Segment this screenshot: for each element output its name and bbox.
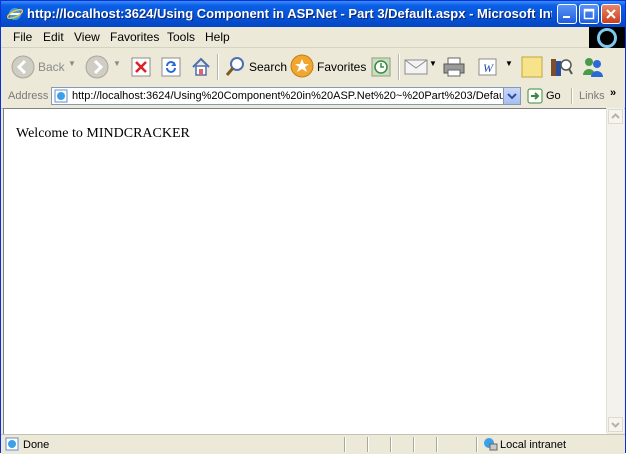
back-dropdown-icon[interactable]: ▼ xyxy=(68,59,76,68)
status-bar: Done Local intranet xyxy=(1,434,625,454)
links-chevron-icon[interactable]: » xyxy=(610,87,616,99)
windows-logo-icon xyxy=(589,27,625,49)
local-intranet-icon xyxy=(482,437,498,456)
menu-view[interactable]: View xyxy=(74,30,100,44)
close-button[interactable] xyxy=(601,4,621,24)
mail-icon[interactable] xyxy=(404,57,430,82)
go-button[interactable]: Go xyxy=(525,88,565,105)
vertical-scrollbar[interactable] xyxy=(606,108,624,433)
page-icon xyxy=(54,89,70,108)
forward-arrow-icon[interactable] xyxy=(85,55,109,84)
menu-tools[interactable]: Tools xyxy=(167,30,195,44)
page-content: Welcome to MINDCRACKER xyxy=(3,108,607,434)
svg-text:W: W xyxy=(483,61,494,75)
research-icon[interactable] xyxy=(549,55,573,84)
status-divider xyxy=(413,437,415,452)
address-dropdown-icon[interactable] xyxy=(503,88,520,104)
browser-window: http://localhost:3624/Using Component in… xyxy=(0,0,626,454)
title-bar[interactable]: http://localhost:3624/Using Component in… xyxy=(1,1,625,27)
go-label: Go xyxy=(546,90,561,102)
edit-word-icon[interactable]: W xyxy=(478,57,498,82)
messenger-icon[interactable] xyxy=(581,55,605,84)
address-input[interactable]: http://localhost:3624/Using%20Component%… xyxy=(51,87,521,105)
scroll-up-arrow-icon[interactable] xyxy=(608,109,623,124)
go-arrow-icon xyxy=(527,88,543,109)
discuss-note-icon[interactable] xyxy=(521,56,543,83)
status-text: Done xyxy=(23,439,50,451)
menu-bar: File Edit View Favorites Tools Help xyxy=(1,27,625,49)
favorites-label[interactable]: Favorites xyxy=(317,60,366,74)
search-icon[interactable] xyxy=(224,55,246,84)
internet-explorer-icon xyxy=(6,6,24,22)
back-arrow-icon[interactable] xyxy=(11,55,35,84)
toolbar-separator xyxy=(217,54,219,80)
maximize-button[interactable] xyxy=(579,4,599,24)
edit-dropdown-icon[interactable]: ▼ xyxy=(505,59,513,68)
stop-icon[interactable] xyxy=(131,57,151,82)
address-bar: Address http://localhost:3624/Using%20Co… xyxy=(1,86,625,109)
mail-dropdown-icon[interactable]: ▼ xyxy=(429,59,437,68)
menu-edit[interactable]: Edit xyxy=(43,30,64,44)
menu-favorites[interactable]: Favorites xyxy=(110,30,159,44)
page-done-icon xyxy=(5,437,21,456)
standard-toolbar: Back ▼ ▼ Search Favorites ▼ W ▼ xyxy=(1,48,625,87)
status-divider xyxy=(367,437,369,452)
print-icon[interactable] xyxy=(443,57,465,82)
window-title: http://localhost:3624/Using Component in… xyxy=(27,6,552,21)
links-button[interactable]: Links xyxy=(579,90,605,102)
welcome-text: Welcome to MINDCRACKER xyxy=(16,126,190,141)
refresh-icon[interactable] xyxy=(161,57,181,82)
toolbar-separator xyxy=(398,54,400,80)
history-icon[interactable] xyxy=(370,56,392,83)
search-label[interactable]: Search xyxy=(249,60,287,74)
status-divider xyxy=(390,437,392,452)
favorites-star-icon[interactable] xyxy=(290,54,314,83)
forward-dropdown-icon[interactable]: ▼ xyxy=(113,59,121,68)
menu-file[interactable]: File xyxy=(13,30,32,44)
status-divider xyxy=(476,437,478,452)
home-icon[interactable] xyxy=(190,56,212,83)
scroll-down-arrow-icon[interactable] xyxy=(608,417,623,432)
back-label[interactable]: Back xyxy=(38,60,65,74)
menu-help[interactable]: Help xyxy=(205,30,230,44)
address-separator xyxy=(571,88,573,104)
minimize-button[interactable] xyxy=(557,4,577,24)
security-zone-text: Local intranet xyxy=(500,439,567,451)
status-divider xyxy=(436,437,438,452)
address-url[interactable]: http://localhost:3624/Using%20Component%… xyxy=(72,90,504,102)
status-divider xyxy=(344,437,346,452)
address-label: Address xyxy=(8,90,49,102)
